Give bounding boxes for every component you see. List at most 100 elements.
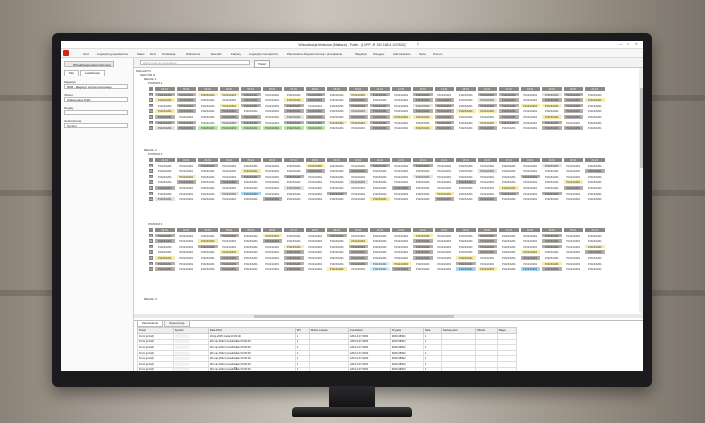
menu-item[interactable]: DLS	[150, 52, 156, 56]
storage-slot[interactable]: P1023/A#01	[218, 125, 240, 131]
storage-slot[interactable]: P1023/A#01	[154, 196, 176, 202]
menu-item[interactable]: Administrator	[393, 52, 411, 56]
storage-slot[interactable]: P1023/A#01	[390, 125, 412, 131]
storage-slot[interactable]: P1023/A#01	[584, 196, 606, 202]
magazyn-select[interactable]: MDB - Magazyn wyrobu końcowego	[64, 84, 128, 89]
storage-slot[interactable]: P1023/A#01	[369, 125, 391, 131]
tab-lokalizacja[interactable]: Lokalizacja	[79, 70, 105, 76]
tree-node-level-2[interactable]: POZIOM 2	[148, 152, 162, 156]
storage-slot[interactable]: P1023/A#01	[433, 125, 455, 131]
table-row[interactable]: Front (przód) ▒▒▒▒▒▒▒▒ 28-mar-2022 poniedz…	[137, 366, 518, 371]
warehouse-tree: MAGAZYN SEKTOR R REGAŁ 1 POZIOM 1 REGAŁ …	[134, 68, 643, 313]
storage-slot[interactable]: P1023/A#01	[541, 125, 563, 131]
footer-count: 72	[234, 367, 237, 370]
menu-item[interactable]: Faktury	[231, 52, 241, 56]
page-indicator: 2	[417, 42, 419, 46]
storage-slot[interactable]: P1023/A#01	[175, 125, 197, 131]
storage-slot[interactable]: P1023/A#01	[498, 125, 520, 131]
storage-slot[interactable]: P1023/A#01	[347, 125, 369, 131]
storage-slot[interactable]: P1023/A#01	[218, 266, 240, 272]
find-button[interactable]: Pokaż	[254, 59, 270, 68]
storage-slot[interactable]: P1023/A#01	[154, 266, 176, 272]
storage-slot[interactable]: P1023/A#01	[584, 266, 606, 272]
storage-slot[interactable]: P1023/A#01	[283, 266, 305, 272]
storage-slot[interactable]: P1023/A#01	[541, 196, 563, 202]
storage-slot[interactable]: P1023/A#01	[283, 196, 305, 202]
storage-slot[interactable]: P1023/A#01	[240, 125, 262, 131]
storage-slot[interactable]: P1023/A#01	[498, 196, 520, 202]
storage-slot[interactable]: P1023/A#01	[240, 196, 262, 202]
menu-item[interactable]: Sales	[137, 52, 145, 56]
storage-slot[interactable]: P1023/A#01	[455, 125, 477, 131]
menu-item[interactable]: Serie	[419, 52, 426, 56]
storage-slot[interactable]: P1023/A#01	[304, 125, 326, 131]
tree-node-level-1[interactable]: POZIOM 1	[148, 81, 162, 85]
menu-item[interactable]: Produkcja	[162, 52, 175, 56]
storage-slot[interactable]: P1023/A#01	[347, 196, 369, 202]
storage-slot[interactable]: P1023/A#01	[154, 125, 176, 131]
storage-slot[interactable]: P1023/A#01	[197, 125, 219, 131]
storage-slot[interactable]: P1023/A#01	[562, 196, 584, 202]
close-button[interactable]: ✕	[635, 42, 638, 46]
menu-item[interactable]: Logistyka gospodarcza	[97, 52, 128, 56]
storage-slot[interactable]: P1023/A#01	[326, 196, 348, 202]
storage-slot[interactable]: P1023/A#01	[326, 266, 348, 272]
storage-slot[interactable]: P1023/A#01	[369, 196, 391, 202]
storage-slot[interactable]: P1023/A#01	[390, 266, 412, 272]
storage-slot[interactable]: P1023/A#01	[519, 196, 541, 202]
storage-slot[interactable]: P1023/A#01	[412, 266, 434, 272]
menu-item[interactable]: Ewentki	[211, 52, 222, 56]
storage-slot[interactable]: P1023/A#01	[519, 125, 541, 131]
storage-slot[interactable]: P1023/A#01	[433, 196, 455, 202]
storage-slot[interactable]: P1023/A#01	[412, 125, 434, 131]
storage-slot[interactable]: P1023/A#01	[455, 196, 477, 202]
obiekt-select[interactable]: Wskazywane Półki	[64, 97, 128, 102]
menu-item[interactable]: Pomoc	[433, 52, 442, 56]
storage-slot[interactable]: P1023/A#01	[197, 266, 219, 272]
storage-slot[interactable]: P1023/A#01	[261, 125, 283, 131]
menu-item[interactable]: Wdrożenie	[186, 52, 200, 56]
menu-item[interactable]: Księgow	[373, 52, 384, 56]
storage-slot[interactable]: P1023/A#01	[519, 266, 541, 272]
storage-slot[interactable]: P1023/A#01	[541, 266, 563, 272]
storage-slot[interactable]: P1023/A#01	[240, 266, 262, 272]
storage-slot[interactable]: P1023/A#01	[175, 266, 197, 272]
storage-slot[interactable]: P1023/A#01	[562, 266, 584, 272]
app-logo-icon[interactable]	[63, 50, 69, 56]
storage-slot[interactable]: P1023/A#01	[498, 266, 520, 272]
menu-item[interactable]: Grid	[83, 52, 89, 56]
storage-slot[interactable]: P1023/A#01	[304, 196, 326, 202]
storage-slot[interactable]: P1023/A#01	[304, 266, 326, 272]
tree-node-level-3[interactable]: POZIOM 3	[148, 222, 162, 226]
storage-slot[interactable]: P1023/A#01	[347, 266, 369, 272]
storage-slot[interactable]: P1023/A#01	[412, 196, 434, 202]
regaly-select[interactable]	[64, 110, 128, 115]
menu-item[interactable]: Planowanie dlugoterminowe i przepisanie	[287, 52, 342, 56]
storage-slot[interactable]: P1023/A#01	[584, 125, 606, 131]
storage-slot[interactable]: P1023/A#01	[261, 266, 283, 272]
storage-slot[interactable]: P1023/A#01	[562, 125, 584, 131]
menu-item[interactable]: Logistyka zewnętrzna	[249, 52, 278, 56]
search-input[interactable]: Wpisz tekst do wyszukania	[140, 60, 250, 65]
storage-slot[interactable]: P1023/A#01	[476, 196, 498, 202]
storage-slot[interactable]: P1023/A#01	[390, 196, 412, 202]
storage-slot[interactable]: P1023/A#01	[369, 266, 391, 272]
storage-slot[interactable]: P1023/A#01	[261, 196, 283, 202]
horizontal-scrollbar[interactable]	[134, 314, 643, 318]
storage-slot[interactable]: P1023/A#01	[476, 125, 498, 131]
tab-mel[interactable]: Mel	[64, 70, 79, 76]
uszkodzenia-select[interactable]: Symbol	[64, 123, 128, 128]
storage-slot[interactable]: P1023/A#01	[433, 266, 455, 272]
storage-slot[interactable]: P1023/A#01	[218, 196, 240, 202]
storage-slot[interactable]: P1023/A#01	[197, 196, 219, 202]
maximize-button[interactable]: □	[627, 42, 629, 46]
storage-slot[interactable]: P1023/A#01	[476, 266, 498, 272]
storage-slot[interactable]: P1023/A#01	[326, 125, 348, 131]
tree-node-rack-3[interactable]: REGAŁ 3	[144, 297, 157, 301]
vertical-scrollbar[interactable]	[639, 68, 643, 313]
menu-item[interactable]: Magazyn	[355, 52, 367, 56]
storage-slot[interactable]: P1023/A#01	[175, 196, 197, 202]
storage-slot[interactable]: P1023/A#01	[455, 266, 477, 272]
minimize-button[interactable]: —	[619, 42, 622, 46]
storage-slot[interactable]: P1023/A#01	[283, 125, 305, 131]
